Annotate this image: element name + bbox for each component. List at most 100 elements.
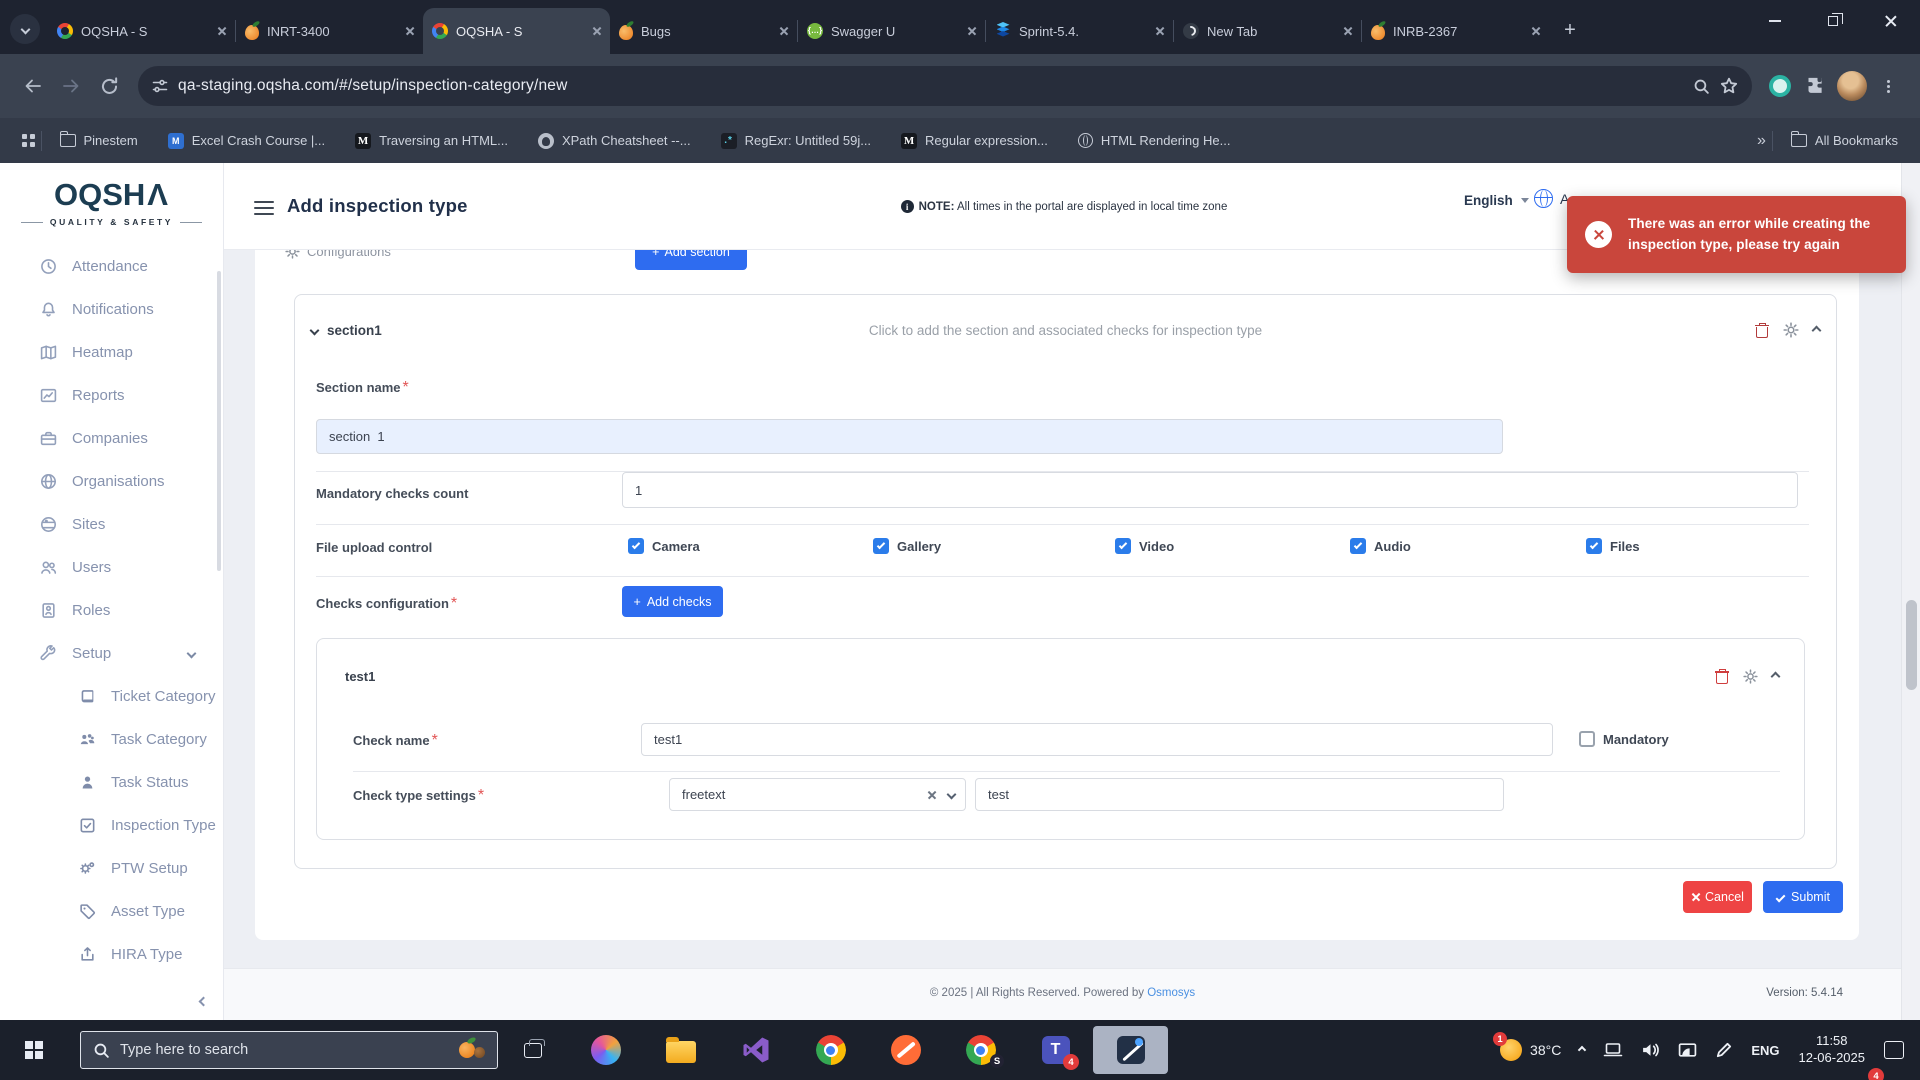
tab-close-icon[interactable] <box>1155 27 1164 36</box>
task-view-button[interactable] <box>498 1020 568 1080</box>
scrollbar[interactable] <box>1901 163 1920 1020</box>
check-settings-icon[interactable] <box>1743 669 1758 684</box>
sidebar-item-users[interactable]: Users <box>0 546 223 589</box>
checked-checkbox-icon[interactable] <box>628 538 644 554</box>
checked-checkbox-icon[interactable] <box>1115 538 1131 554</box>
section-header[interactable]: Click to add the section and associated … <box>311 315 1820 345</box>
extensions-button[interactable] <box>1798 68 1834 104</box>
bookmarks-overflow-button[interactable]: » <box>1757 132 1766 150</box>
checkbox-audio[interactable]: Audio <box>1350 538 1411 554</box>
new-tab-button[interactable]: + <box>1555 15 1585 45</box>
tab-close-icon[interactable] <box>592 27 601 36</box>
sidebar-item-hira-type[interactable]: HIRA Type <box>0 933 223 964</box>
tab-close-icon[interactable] <box>1531 27 1540 36</box>
site-settings-icon[interactable] <box>152 78 168 94</box>
tab-close-icon[interactable] <box>779 27 788 36</box>
chevron-down-icon[interactable] <box>310 325 320 335</box>
tab-sprint[interactable]: Sprint-5.4. <box>986 8 1173 54</box>
bookmark-html-rendering[interactable]: HTML Rendering He... <box>1078 133 1231 148</box>
sidebar-item-asset-type[interactable]: Asset Type <box>0 890 223 933</box>
tab-inrb-2367[interactable]: INRB-2367 <box>1362 8 1549 54</box>
battery-indicator[interactable] <box>1594 1020 1632 1080</box>
cancel-button[interactable]: Cancel <box>1683 881 1752 913</box>
check-type-text-input[interactable] <box>975 778 1504 811</box>
clear-selection-icon[interactable] <box>927 790 936 799</box>
restore-button[interactable] <box>1804 0 1862 42</box>
doodle-icon[interactable] <box>459 1039 485 1061</box>
delete-section-icon[interactable] <box>1755 323 1769 338</box>
weather-widget[interactable]: 1 38°C <box>1491 1020 1570 1080</box>
sidebar-item-companies[interactable]: Companies <box>0 417 223 460</box>
close-button[interactable] <box>1862 0 1920 42</box>
tab-inrt-3400[interactable]: INRT-3400 <box>236 8 423 54</box>
bookmark-pinestem[interactable]: Pinestem <box>60 133 138 148</box>
checkbox-camera[interactable]: Camera <box>628 538 700 554</box>
sidebar-item-notifications[interactable]: Notifications <box>0 288 223 331</box>
tab-bugs[interactable]: Bugs <box>610 8 797 54</box>
sidebar-item-setup[interactable]: Setup <box>0 632 223 675</box>
address-bar[interactable]: qa-staging.oqsha.com/#/setup/inspection-… <box>138 66 1752 106</box>
profile-avatar[interactable] <box>1834 68 1870 104</box>
oqsha-logo[interactable]: OQSH Λ QUALITY & SAFETY <box>0 163 223 259</box>
section-name-input[interactable] <box>316 419 1503 454</box>
taskbar-app-visual-studio[interactable] <box>718 1026 793 1074</box>
tab-close-icon[interactable] <box>217 27 226 36</box>
sidebar-item-inspection-type[interactable]: Inspection Type <box>0 804 223 847</box>
extension-shortcut-icon[interactable] <box>1762 68 1798 104</box>
add-section-button[interactable]: + Add section <box>635 250 747 270</box>
taskbar-app-teams[interactable]: T 4 <box>1018 1026 1093 1074</box>
language-indicator[interactable]: ENG <box>1742 1020 1788 1080</box>
apps-grid-icon[interactable] <box>22 134 35 147</box>
bookmark-xpath-cheatsheet[interactable]: XPath Cheatsheet --... <box>538 133 691 149</box>
bookmark-excel-course[interactable]: M Excel Crash Course |... <box>168 133 325 149</box>
checkbox-gallery[interactable]: Gallery <box>873 538 941 554</box>
minimize-button[interactable] <box>1746 0 1804 42</box>
tab-new-tab[interactable]: New Tab <box>1174 8 1361 54</box>
sidebar-scrollbar[interactable] <box>217 271 221 571</box>
tab-oqsha-1[interactable]: OQSHA - S <box>48 8 235 54</box>
section-settings-icon[interactable] <box>1783 322 1799 338</box>
menu-toggle-button[interactable] <box>254 197 274 219</box>
reload-button[interactable] <box>90 67 128 105</box>
delete-check-icon[interactable] <box>1715 669 1729 684</box>
sidebar-item-organisations[interactable]: Organisations <box>0 460 223 503</box>
mandatory-count-input[interactable] <box>622 472 1798 508</box>
network-indicator[interactable] <box>1669 1020 1706 1080</box>
chevron-down-icon[interactable] <box>947 790 957 800</box>
pen-settings[interactable] <box>1706 1020 1742 1080</box>
search-input[interactable] <box>120 1042 449 1058</box>
action-center-button[interactable]: 4 <box>1875 1020 1920 1080</box>
taskbar-clock[interactable]: 11:58 12-06-2025 <box>1789 1033 1876 1067</box>
sidebar-item-roles[interactable]: Roles <box>0 589 223 632</box>
tab-swagger[interactable]: Swagger U <box>798 8 985 54</box>
submit-button[interactable]: Submit <box>1763 881 1843 913</box>
tab-close-icon[interactable] <box>1343 27 1352 36</box>
checked-checkbox-icon[interactable] <box>1586 538 1602 554</box>
unchecked-checkbox-icon[interactable] <box>1579 731 1595 747</box>
taskbar-app-copilot[interactable] <box>568 1026 643 1074</box>
checked-checkbox-icon[interactable] <box>1350 538 1366 554</box>
taskbar-app-chrome-profile[interactable]: S <box>943 1026 1018 1074</box>
bookmark-traversing-html[interactable]: M Traversing an HTML... <box>355 133 508 149</box>
checkbox-video[interactable]: Video <box>1115 538 1174 554</box>
browser-menu-button[interactable] <box>1870 68 1906 104</box>
bookmark-regexr[interactable]: .* RegExr: Untitled 59j... <box>721 133 871 149</box>
sidebar-item-heatmap[interactable]: Heatmap <box>0 331 223 374</box>
check-name-input[interactable] <box>641 723 1553 756</box>
tab-search-button[interactable] <box>10 14 40 44</box>
sidebar-item-ticket-category[interactable]: Ticket Category <box>0 675 223 718</box>
sidebar-item-attendance[interactable]: Attendance <box>0 259 223 288</box>
search-icon[interactable] <box>1693 78 1710 95</box>
bookmark-regular-expression[interactable]: M Regular expression... <box>901 133 1048 149</box>
tab-close-icon[interactable] <box>405 27 414 36</box>
collapse-section-icon[interactable] <box>1812 325 1822 335</box>
add-checks-button[interactable]: +Add checks <box>622 586 723 617</box>
back-button[interactable] <box>14 67 52 105</box>
checked-checkbox-icon[interactable] <box>873 538 889 554</box>
check-type-select[interactable]: freetext <box>669 778 966 811</box>
taskbar-app-postman[interactable] <box>868 1026 943 1074</box>
volume-control[interactable] <box>1632 1020 1669 1080</box>
bookmark-star-icon[interactable] <box>1720 77 1738 95</box>
language-selector[interactable]: English <box>1464 193 1529 208</box>
error-toast[interactable]: There was an error while creating the in… <box>1567 196 1906 273</box>
